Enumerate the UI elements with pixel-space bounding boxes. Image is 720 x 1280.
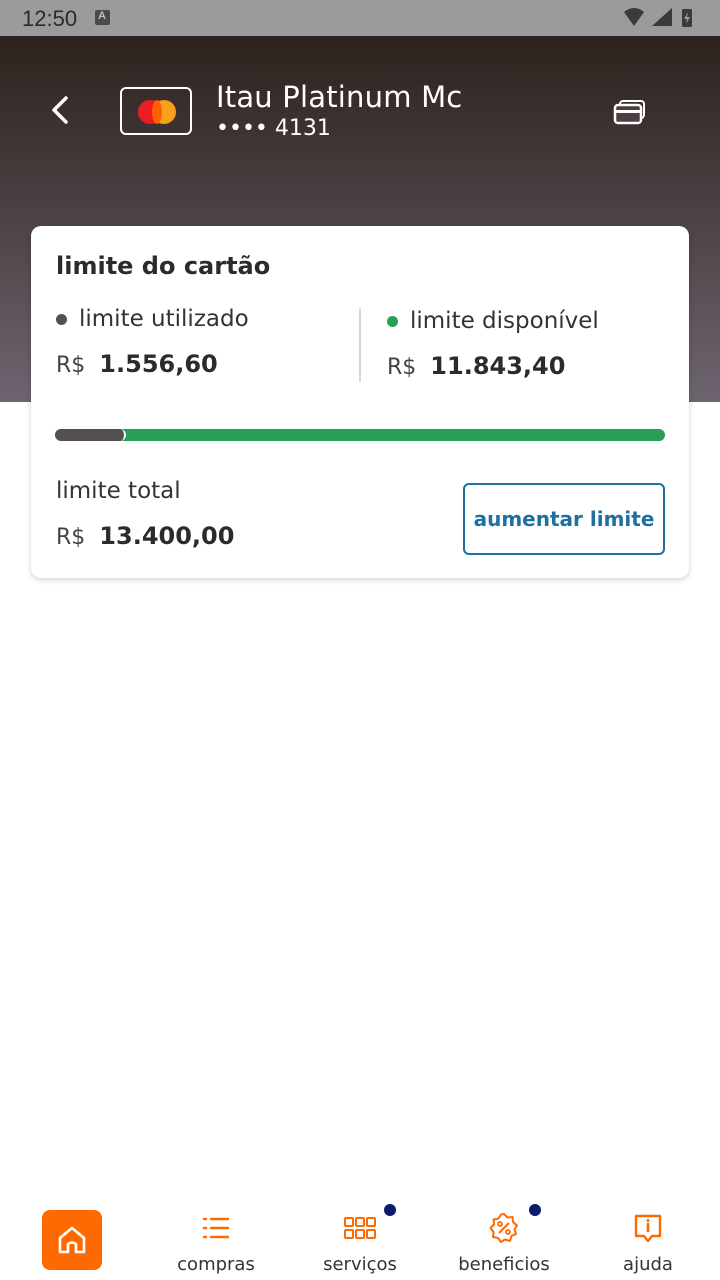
- total-limit-section: limite total R$ 13.400,00: [56, 478, 234, 550]
- nav-label-compras: compras: [177, 1254, 255, 1275]
- total-amount: 13.400,00: [99, 522, 235, 550]
- chevron-left-icon[interactable]: [44, 92, 80, 128]
- keyboard-indicator-icon: [95, 10, 110, 25]
- status-time: 12:50: [22, 6, 78, 31]
- mastercard-logo: [120, 87, 192, 135]
- discount-badge-icon: [489, 1213, 518, 1243]
- available-dot-icon: [387, 316, 398, 328]
- total-limit-label: limite total: [56, 478, 181, 504]
- mastercard-overlap: [152, 100, 162, 124]
- total-currency: R$: [56, 525, 86, 550]
- available-currency: R$: [387, 355, 417, 380]
- bottom-nav: compras serviços beneficios ajuda: [0, 1192, 720, 1280]
- wifi-icon: [624, 8, 644, 26]
- limit-progress-bar: [55, 429, 665, 441]
- nav-item-compras[interactable]: compras: [144, 1192, 288, 1280]
- available-amount: 11.843,40: [430, 352, 566, 380]
- used-dot-icon: [56, 314, 67, 326]
- signal-icon: [652, 8, 672, 26]
- notification-dot: [529, 1204, 541, 1216]
- grid-icon: [344, 1217, 376, 1239]
- nav-item-ajuda[interactable]: ajuda: [576, 1192, 720, 1280]
- home-button[interactable]: [42, 1210, 102, 1270]
- nav-item-beneficios[interactable]: beneficios: [432, 1192, 576, 1280]
- cards-icon[interactable]: [612, 98, 648, 126]
- raise-limit-button[interactable]: aumentar limite: [463, 483, 665, 555]
- used-amount: 1.556,60: [99, 350, 218, 378]
- available-limit-section: limite disponível R$ 11.843,40: [387, 308, 599, 380]
- limit-progress-used: [55, 429, 126, 441]
- limit-card: limite do cartão limite utilizado R$ 1.55…: [31, 226, 689, 578]
- used-limit-label: limite utilizado: [79, 306, 249, 332]
- info-chat-icon: [634, 1214, 662, 1243]
- used-limit-section: limite utilizado R$ 1.556,60: [56, 306, 249, 378]
- limit-card-title: limite do cartão: [56, 252, 271, 280]
- available-limit-label: limite disponível: [410, 308, 599, 334]
- notification-dot: [384, 1204, 396, 1216]
- status-icons: [624, 8, 692, 27]
- card-last-digits: •••• 4131: [216, 116, 331, 141]
- card-name: Itau Platinum Mc: [216, 80, 463, 114]
- list-icon: [202, 1217, 230, 1239]
- column-divider: [359, 308, 361, 382]
- used-currency: R$: [56, 353, 86, 378]
- nav-label-ajuda: ajuda: [623, 1254, 673, 1275]
- status-bar: 12:50: [0, 0, 720, 36]
- nav-label-servicos: serviços: [323, 1254, 397, 1275]
- home-icon: [58, 1226, 86, 1254]
- nav-label-beneficios: beneficios: [458, 1254, 550, 1275]
- nav-item-servicos[interactable]: serviços: [288, 1192, 432, 1280]
